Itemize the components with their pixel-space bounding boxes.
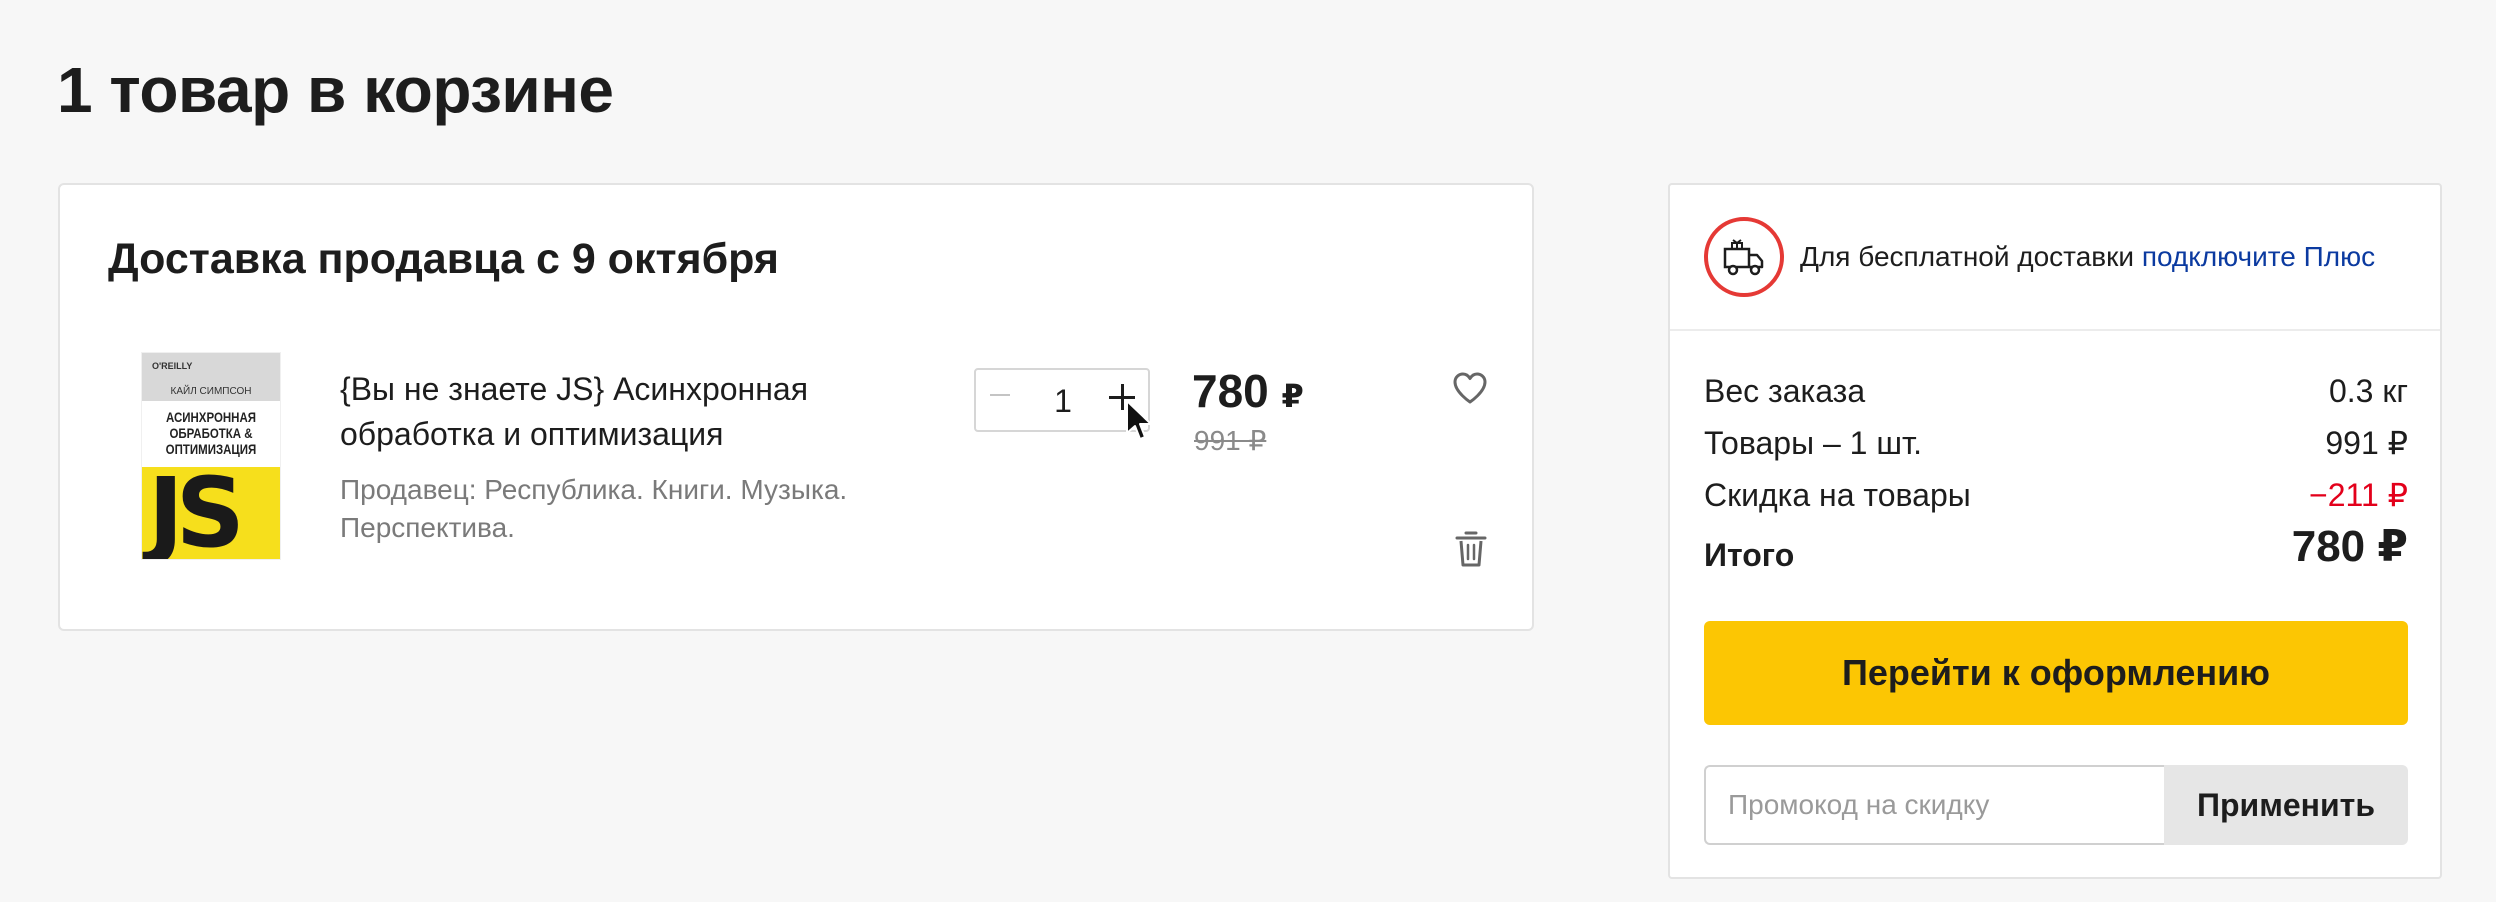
- summary-row-value: −211 ₽: [2309, 477, 2408, 513]
- book-js-logo: JS: [148, 457, 245, 559]
- book-subtitle: АСИНХРОННАЯ ОБРАБОТКА & ОПТИМИЗАЦИЯ: [165, 409, 257, 457]
- price-value: 780: [1192, 365, 1269, 417]
- quantity-value: 1: [1054, 383, 1072, 419]
- product-name-link[interactable]: {Вы не знаете JS} Асинхронная обработка …: [340, 367, 900, 457]
- book-author: КАЙЛ СИМПСОН: [170, 386, 252, 397]
- seller-name: Продавец: Республика. Книги. Музыка. Пер…: [340, 474, 848, 543]
- summary-divider: [1670, 329, 2440, 331]
- summary-row-value: 991 ₽: [2325, 425, 2408, 461]
- summary-row-value: 780 ₽: [2291, 522, 2408, 571]
- trash-icon[interactable]: [1454, 529, 1488, 569]
- connect-plus-link[interactable]: подключите Плюс: [2142, 241, 2375, 272]
- free-delivery-prefix: Для бесплатной доставки: [1800, 241, 2142, 272]
- promo-code-input[interactable]: [1704, 765, 2166, 845]
- heart-icon[interactable]: [1452, 371, 1488, 405]
- summary-row-value: 0.3 кг: [2328, 373, 2408, 409]
- order-summary-panel: Для бесплатной доставки подключите Плюс …: [1668, 183, 2442, 879]
- free-delivery-text: Для бесплатной доставки подключите Плюс: [1800, 237, 2375, 277]
- old-price: 991 ₽: [1194, 425, 1267, 456]
- free-delivery-badge: [1704, 217, 1784, 297]
- price-currency: ₽: [1281, 378, 1304, 414]
- apply-promo-button[interactable]: Применить: [2164, 765, 2408, 845]
- delivery-truck-icon: [1723, 239, 1764, 276]
- book-publisher-logo: O'REILLY: [152, 361, 193, 371]
- summary-row-label: Скидка на товары: [1704, 477, 1971, 513]
- cart-page: 1 товар в корзине Доставка продавца с 9 …: [0, 0, 2496, 902]
- summary-row-label: Товары – 1 шт.: [1704, 425, 1923, 461]
- checkout-button[interactable]: Перейти к оформлению: [1704, 621, 2408, 725]
- product-image[interactable]: O'REILLY КАЙЛ СИМПСОН АСИНХРОННАЯ ОБРАБО…: [142, 353, 280, 559]
- summary-row-label: Вес заказа: [1704, 373, 1866, 409]
- delivery-title: Доставка продавца с 9 октября: [108, 235, 779, 283]
- summary-row-label: Итого: [1704, 537, 1795, 573]
- delivery-group-panel: Доставка продавца с 9 октября O'REILLY К…: [58, 183, 1534, 631]
- decrease-quantity-button[interactable]: [990, 394, 1010, 396]
- mouse-cursor-icon: [1126, 400, 1152, 440]
- current-price: 780 ₽: [1192, 365, 1304, 422]
- page-title: 1 товар в корзине: [57, 54, 614, 126]
